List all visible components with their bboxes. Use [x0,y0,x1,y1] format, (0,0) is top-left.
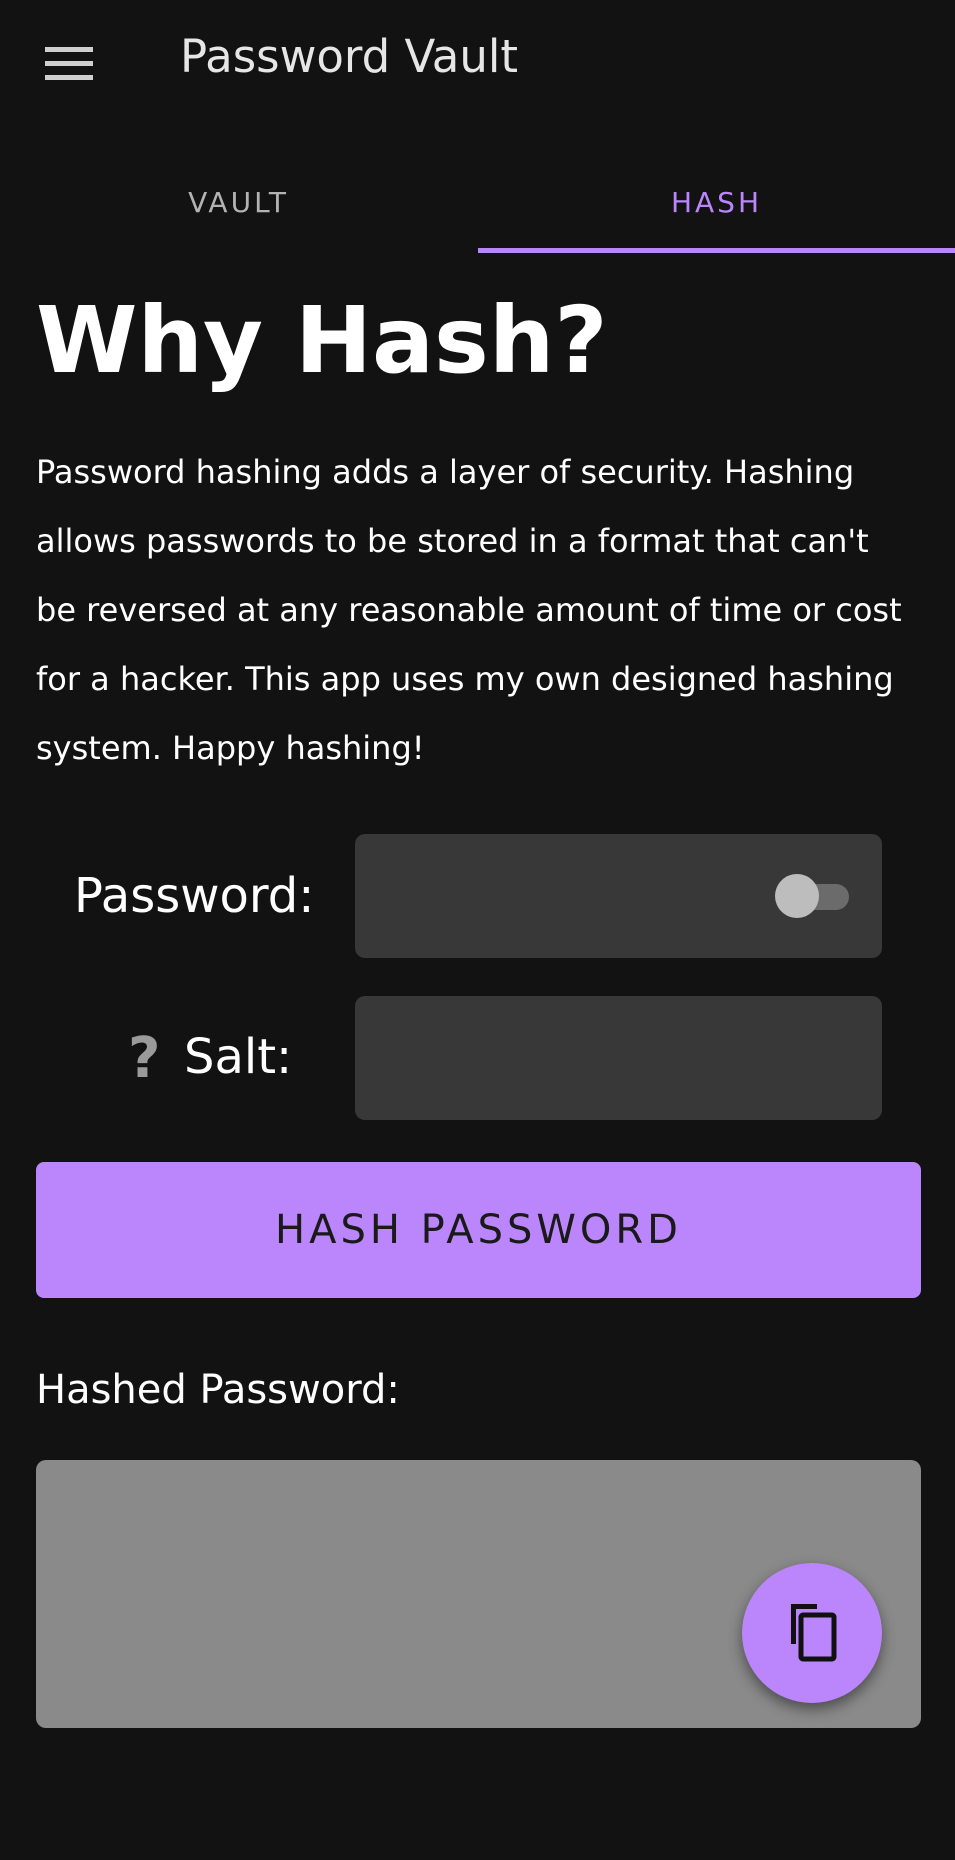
tab-bar: VAULT HASH [0,150,955,254]
menu-button[interactable] [36,40,102,88]
password-input[interactable] [355,834,775,958]
hamburger-menu-icon [45,47,93,80]
question-mark-icon[interactable]: ? [128,1026,160,1091]
app-bar: Password Vault [0,0,955,130]
hashed-password-label: Hashed Password: [36,1367,400,1413]
tab-selected-indicator [478,248,955,253]
salt-input[interactable] [355,996,882,1120]
tab-hash[interactable]: HASH [478,150,955,254]
tab-vault[interactable]: VAULT [0,150,477,254]
app-title: Password Vault [180,30,519,83]
password-label: Password: [74,868,315,924]
password-field-container [355,834,882,958]
password-visibility-toggle[interactable] [775,874,855,918]
copy-icon [791,1604,837,1662]
salt-field-container [355,996,882,1120]
copy-button[interactable] [742,1563,882,1703]
salt-label: Salt: [184,1029,293,1085]
page-heading: Why Hash? [36,287,608,394]
description-text: Password hashing adds a layer of securit… [36,453,902,767]
hash-password-button[interactable]: HASH PASSWORD [36,1162,921,1298]
toggle-thumb [775,874,819,918]
